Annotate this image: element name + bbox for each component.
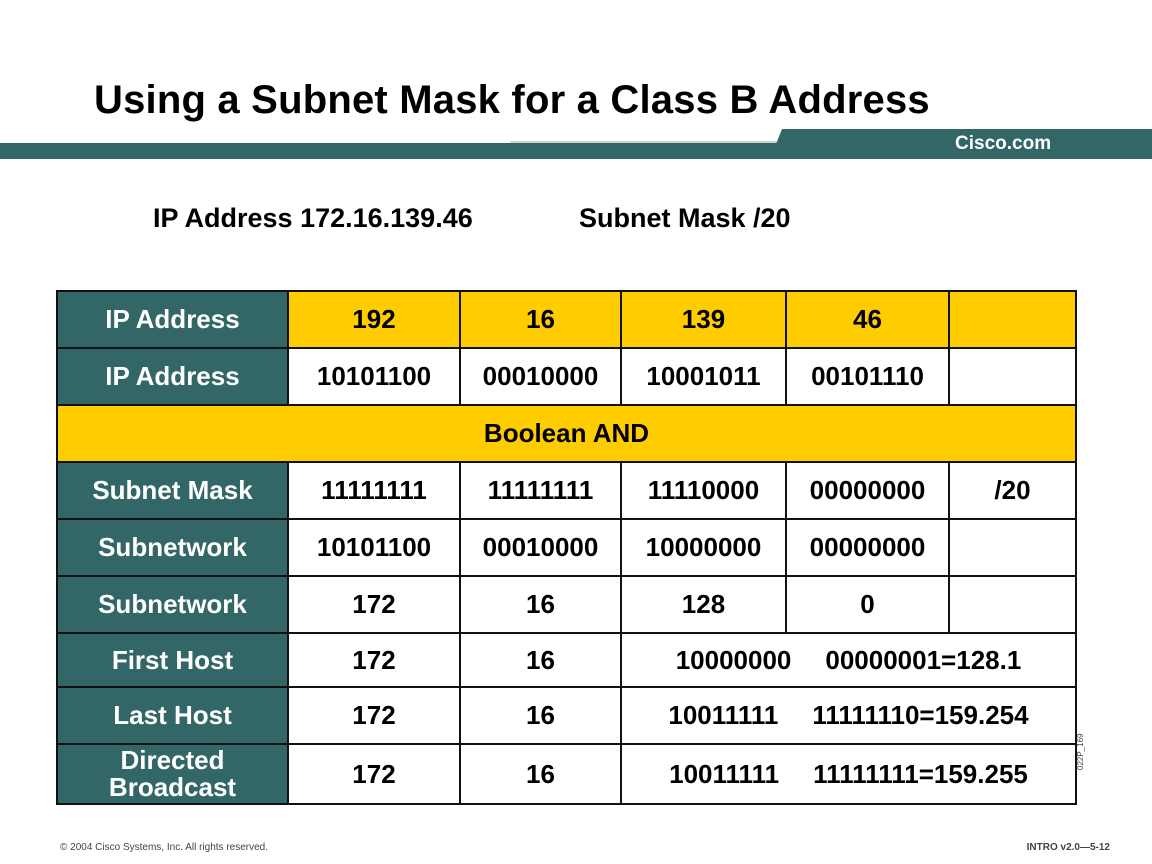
table-cell: 11111111 [287,461,461,520]
table-cell: 192 [287,290,461,349]
copyright-footer: © 2004 Cisco Systems, Inc. All rights re… [60,842,269,853]
table-cell: 10101100 [287,518,461,577]
table-cell: 16 [459,743,622,805]
boolean-and-banner: Boolean AND [56,404,1077,463]
table-cell: /20 [948,461,1077,520]
table-cell: 10101100 [287,347,461,406]
row-label: Subnetwork [56,575,289,634]
table-row: Subnet Mask 11111111 11111111 11110000 0… [56,461,1077,520]
row-label: Subnet Mask [56,461,289,520]
table-cell: 00010000 [459,347,622,406]
host-bits-cell: 10011111 11111110=159.254 [620,686,1077,745]
row-label: First Host [56,632,289,688]
table-cell [948,290,1077,349]
table-cell: 16 [459,632,622,688]
table-cell: 0 [785,575,950,634]
host-result: 00000001=128.1 [825,644,1022,675]
host-result: 11111110=159.254 [812,700,1029,730]
slide-title: Using a Subnet Mask for a Class B Addres… [94,78,930,122]
table-row: IP Address 192 16 139 46 [56,290,1077,349]
figure-code: 022P_169 [1076,733,1085,770]
host-bits: 10011111 [668,700,779,730]
table-cell: 172 [287,743,461,805]
table-row: Subnetwork 10101100 00010000 10000000 00… [56,518,1077,577]
table-cell: 16 [459,686,622,745]
table-cell [948,347,1077,406]
table-cell: 16 [459,290,622,349]
table-row: Directed Broadcast 172 16 10011111 111111… [56,743,1077,805]
course-page-number: INTRO v2.0—5-12 [1026,842,1110,853]
host-result: 11111111=159.255 [813,758,1028,789]
table-cell: 16 [459,575,622,634]
table-cell: 128 [620,575,787,634]
subnet-table: IP Address 192 16 139 46 IP Address 1010… [56,290,1077,805]
row-label: Last Host [56,686,289,745]
subnet-mask-heading: Subnet Mask /20 [579,203,791,233]
host-bits-cell: 10011111 11111111=159.255 [620,743,1077,805]
table-row: First Host 172 16 10000000 00000001=128.1 [56,632,1077,688]
table-cell: 00010000 [459,518,622,577]
row-label: IP Address [56,347,289,406]
host-bits: 10000000 [675,644,792,675]
table-row: Last Host 172 16 10011111 11111110=159.25… [56,686,1077,745]
ip-address-heading: IP Address 172.16.139.46 [153,203,473,233]
table-cell [948,575,1077,634]
table-cell: 00101110 [785,347,950,406]
table-cell: 11110000 [620,461,787,520]
table-cell [948,518,1077,577]
table-row: IP Address 10101100 00010000 10001011 00… [56,347,1077,406]
table-cell: 172 [287,686,461,745]
table-cell: 139 [620,290,787,349]
table-cell: 00000000 [785,461,950,520]
table-cell: 172 [287,575,461,634]
cisco-brand-link[interactable]: Cisco.com [955,133,1051,155]
row-label: Subnetwork [56,518,289,577]
row-label: Directed Broadcast [56,743,289,805]
table-cell: 46 [785,290,950,349]
table-cell: 11111111 [459,461,622,520]
table-cell: 172 [287,632,461,688]
host-bits: 10011111 [669,758,780,789]
table-row: Subnetwork 172 16 128 0 [56,575,1077,634]
host-bits-cell: 10000000 00000001=128.1 [620,632,1077,688]
table-cell: 10001011 [620,347,787,406]
row-label: IP Address [56,290,289,349]
table-cell: 10000000 [620,518,787,577]
table-cell: 00000000 [785,518,950,577]
table-row: Boolean AND [56,404,1077,463]
